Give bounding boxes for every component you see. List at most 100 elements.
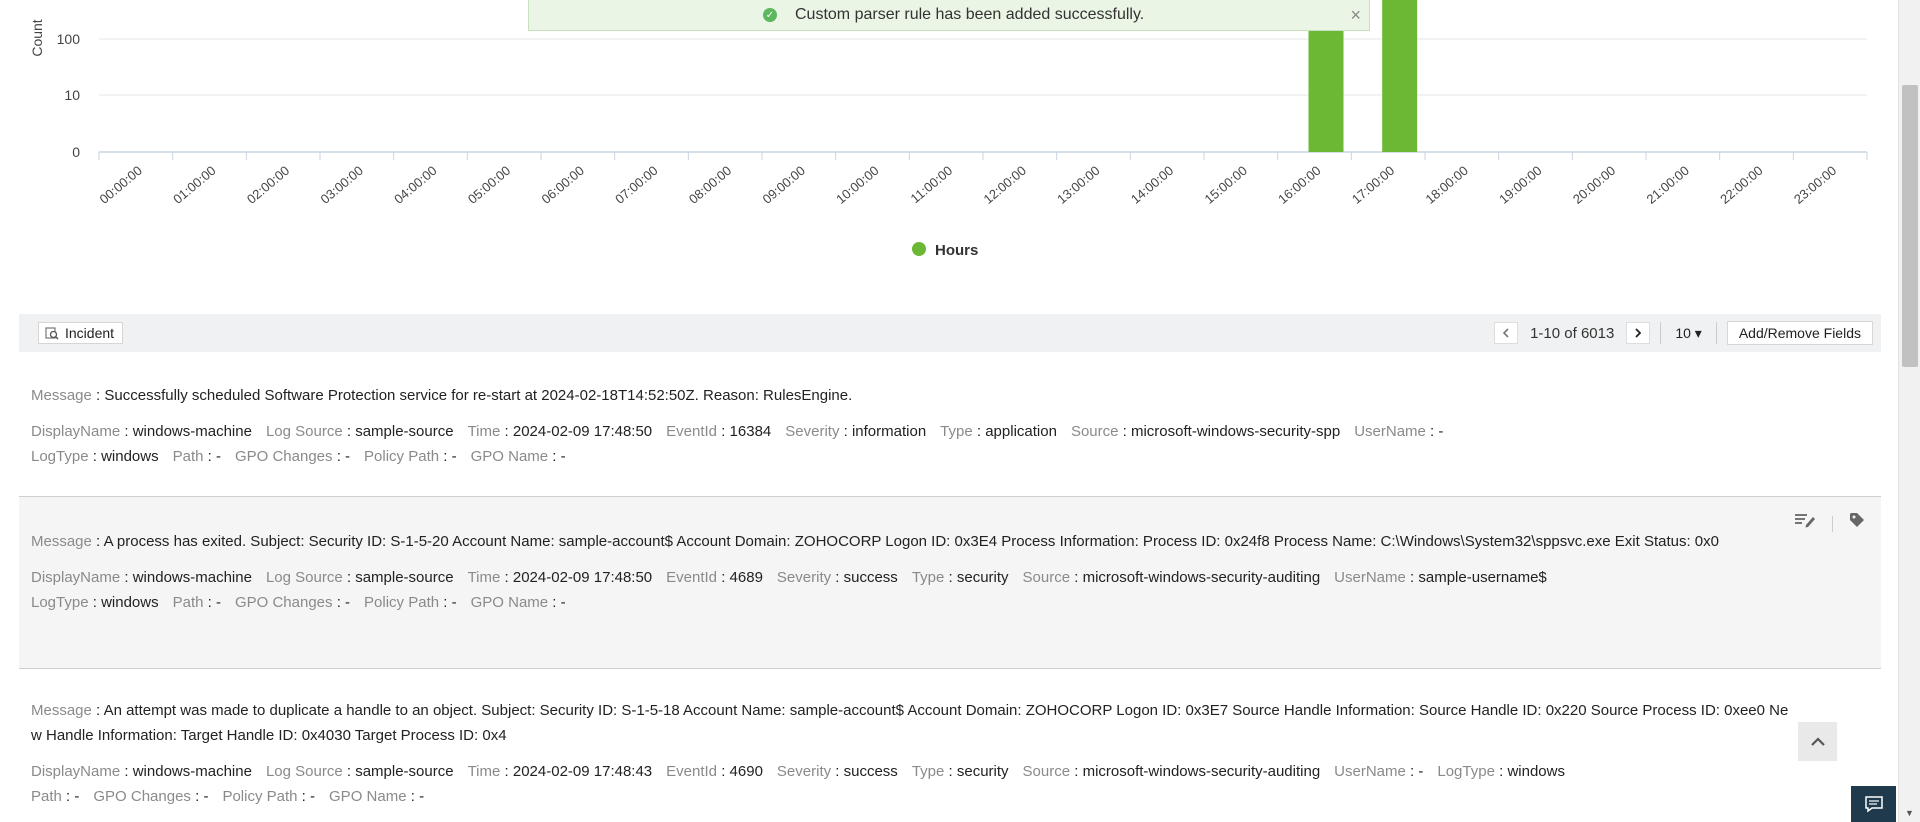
log-field[interactable]: Path : - (173, 444, 221, 469)
log-field[interactable]: GPO Changes : - (235, 590, 350, 615)
x-tick-label: 14:00:00 (1128, 163, 1176, 207)
x-tick-label: 22:00:00 (1717, 163, 1765, 207)
prev-page-button[interactable] (1494, 322, 1519, 344)
field-value: - (1438, 423, 1444, 440)
key-separator: : (717, 763, 730, 780)
log-field[interactable]: GPO Changes : - (235, 444, 350, 469)
log-field[interactable]: Time : 2024-02-09 17:48:43 (468, 759, 653, 784)
key-separator: : (88, 594, 102, 611)
log-field[interactable]: UserName : - (1334, 759, 1423, 784)
key-separator: : (500, 763, 513, 780)
field-key: DisplayName (31, 763, 121, 780)
field-key: GPO Name (470, 448, 549, 465)
add-remove-fields-button[interactable]: Add/Remove Fields (1726, 321, 1873, 345)
key-separator: : (120, 569, 133, 586)
log-field[interactable]: EventId : 16384 (666, 419, 771, 444)
log-field[interactable]: Time : 2024-02-09 17:48:50 (468, 419, 653, 444)
field-value: - (560, 594, 566, 611)
field-value: - (215, 448, 221, 465)
log-field[interactable]: Path : - (173, 590, 221, 615)
log-field[interactable]: GPO Name : - (329, 784, 424, 809)
log-field[interactable]: UserName : sample-username$ (1334, 565, 1547, 590)
log-field[interactable]: Policy Path : - (364, 590, 457, 615)
log-field[interactable]: Time : 2024-02-09 17:48:50 (468, 565, 653, 590)
field-key: UserName (1334, 569, 1406, 586)
key-separator: : (1070, 763, 1083, 780)
key-separator: : (1405, 569, 1419, 586)
x-tick-label: 09:00:00 (760, 163, 808, 207)
key-separator: : (203, 594, 216, 611)
scrollbar-thumb[interactable] (1902, 85, 1918, 367)
log-field[interactable]: Log Source : sample-source (266, 759, 454, 784)
log-field[interactable]: DisplayName : windows-machine (31, 419, 252, 444)
field-key: GPO Changes (234, 448, 333, 465)
next-page-button[interactable] (1626, 322, 1651, 344)
log-field[interactable]: Source : microsoft-windows-security-spp (1071, 419, 1340, 444)
log-field[interactable]: Log Source : sample-source (266, 419, 454, 444)
field-key: Type (911, 763, 945, 780)
page-scrollbar[interactable]: ▼ (1898, 0, 1920, 822)
message-value: An attempt was made to duplicate a handl… (31, 702, 1789, 744)
log-field[interactable]: LogType : windows (31, 444, 159, 469)
key-separator: : (203, 448, 216, 465)
log-field[interactable]: Type : application (940, 419, 1057, 444)
field-value: - (560, 448, 566, 465)
key-separator: : (831, 763, 844, 780)
x-tick-label: 10:00:00 (833, 163, 881, 207)
field-value: sample-source (355, 763, 454, 780)
log-entry[interactable]: Message : An attempt was made to duplica… (19, 698, 1881, 809)
log-field[interactable]: LogType : windows (1437, 759, 1565, 784)
field-key: Severity (785, 423, 840, 440)
log-field[interactable]: LogType : windows (31, 590, 159, 615)
per-page-select[interactable]: 10 ▾ (1671, 325, 1706, 342)
field-value: success (843, 569, 898, 586)
log-field[interactable]: Severity : information (785, 419, 926, 444)
log-field[interactable]: Policy Path : - (222, 784, 315, 809)
field-value: sample-username$ (1418, 569, 1547, 586)
x-tick-label: 02:00:00 (244, 163, 292, 207)
key-separator: : (439, 594, 452, 611)
chat-button[interactable] (1851, 786, 1896, 822)
scroll-to-top-button[interactable] (1798, 722, 1837, 761)
log-field[interactable]: GPO Name : - (471, 444, 566, 469)
log-field[interactable]: UserName : - (1354, 419, 1443, 444)
field-value: - (345, 594, 351, 611)
log-field[interactable]: EventId : 4690 (666, 759, 763, 784)
log-field[interactable]: Source : microsoft-windows-security-audi… (1023, 565, 1321, 590)
key-separator: : (120, 763, 133, 780)
log-field[interactable]: Severity : success (777, 565, 898, 590)
pagination: 1-10 of 6013 10 ▾ Add/Remove Fields (1494, 314, 1881, 352)
caret-down-icon: ▾ (1694, 324, 1702, 341)
key-separator: : (91, 387, 105, 404)
log-field[interactable]: GPO Changes : - (93, 784, 208, 809)
log-field[interactable]: EventId : 4689 (666, 565, 763, 590)
key-separator: : (342, 763, 356, 780)
close-icon[interactable]: × (1350, 5, 1361, 26)
x-tick-label: 18:00:00 (1423, 163, 1471, 207)
log-field[interactable]: GPO Name : - (471, 590, 566, 615)
log-field[interactable]: Source : microsoft-windows-security-audi… (1023, 759, 1321, 784)
log-entry[interactable]: Message : Successfully scheduled Softwar… (19, 383, 1881, 469)
key-separator: : (342, 569, 356, 586)
log-field[interactable]: Type : security (912, 759, 1009, 784)
log-field[interactable]: DisplayName : windows-machine (31, 759, 252, 784)
key-separator: : (1425, 423, 1439, 440)
message-key: Message (31, 387, 92, 404)
scroll-down-arrow-icon[interactable]: ▼ (1905, 808, 1914, 818)
row-divider (19, 668, 1881, 669)
log-field[interactable]: Severity : success (777, 759, 898, 784)
tag-icon[interactable] (1849, 511, 1865, 536)
log-entry[interactable]: Message : A process has exited. Subject:… (19, 497, 1881, 668)
edit-parse-icon[interactable] (1794, 511, 1816, 536)
pager-separator (1660, 322, 1662, 344)
x-tick-label: 08:00:00 (686, 163, 734, 207)
incident-button[interactable]: Incident (38, 322, 124, 344)
key-separator: : (406, 788, 420, 805)
log-field[interactable]: Policy Path : - (364, 444, 457, 469)
log-field[interactable]: Log Source : sample-source (266, 565, 454, 590)
log-field[interactable]: DisplayName : windows-machine (31, 565, 252, 590)
log-field[interactable]: Path : - (31, 784, 79, 809)
field-value: security (956, 763, 1009, 780)
x-tick-label: 16:00:00 (1275, 163, 1323, 207)
log-field[interactable]: Type : security (912, 565, 1009, 590)
